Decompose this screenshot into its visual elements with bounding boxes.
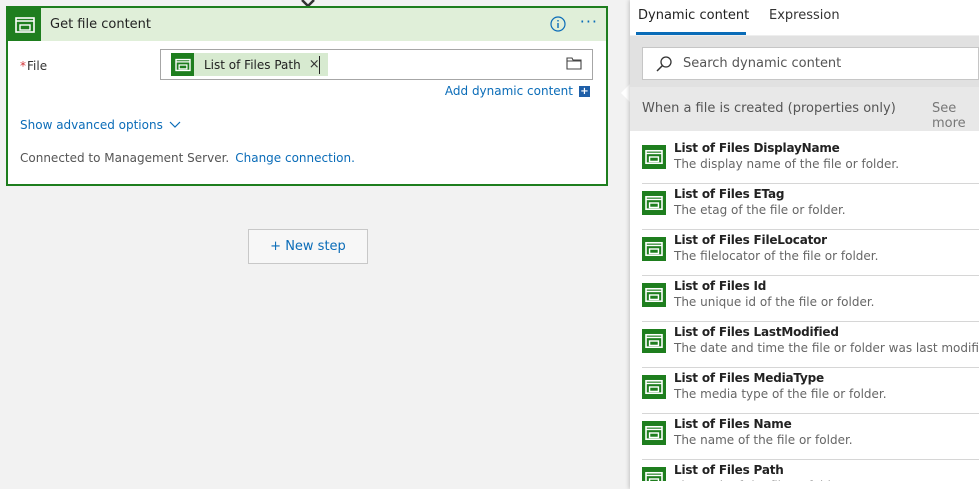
card-title: Get file content [50, 17, 152, 32]
more-options-icon[interactable]: ··· [580, 14, 598, 30]
item-description: The unique id of the file or folder. [674, 295, 875, 309]
file-system-icon [642, 283, 666, 307]
search-area: Search dynamic content [630, 36, 979, 87]
add-dynamic-label: Add dynamic content [444, 84, 573, 98]
section-title: When a file is created (properties only) [642, 101, 896, 116]
item-name: List of Files Path [674, 463, 784, 477]
panel-pointer [621, 84, 630, 102]
change-connection-link[interactable]: Change connection. [235, 151, 355, 165]
list-item[interactable]: List of Files Id The unique id of the fil… [642, 276, 979, 322]
item-name: List of Files LastModified [674, 325, 839, 339]
item-description: The etag of the file or folder. [674, 203, 846, 217]
file-field-label: *File [20, 59, 47, 73]
item-description: The filelocator of the file or folder. [674, 249, 879, 263]
info-icon[interactable] [550, 16, 566, 32]
file-input[interactable]: List of Files Path × [160, 49, 593, 80]
item-name: List of Files MediaType [674, 371, 824, 385]
file-system-icon [642, 421, 666, 445]
file-system-icon [8, 8, 41, 41]
text-cursor [319, 56, 320, 74]
token-label: List of Files Path [204, 57, 301, 72]
tab-dynamic-content[interactable]: Dynamic content [638, 8, 749, 23]
list-item[interactable]: List of Files FileLocator The filelocator… [642, 230, 979, 276]
file-system-icon [171, 53, 194, 76]
list-item[interactable]: List of Files Name The name of the file o… [642, 414, 979, 460]
item-description: The name of the file or folder. [674, 433, 853, 447]
new-step-button[interactable]: + New step [248, 229, 368, 264]
show-advanced-label: Show advanced options [20, 118, 163, 132]
list-item[interactable]: List of Files LastModified The date and t… [642, 322, 979, 368]
item-name: List of Files Name [674, 417, 792, 431]
file-system-icon [642, 467, 666, 481]
list-item[interactable]: List of Files DisplayName The display nam… [642, 138, 979, 184]
file-system-icon [642, 145, 666, 169]
show-advanced-options-link[interactable]: Show advanced options [20, 118, 181, 132]
file-system-icon [642, 237, 666, 261]
folder-picker-icon[interactable] [566, 56, 582, 70]
item-name: List of Files Id [674, 279, 767, 293]
required-marker: * [20, 59, 26, 73]
active-tab-indicator [636, 32, 746, 35]
search-placeholder: Search dynamic content [683, 56, 842, 71]
file-system-icon [642, 191, 666, 215]
card-header[interactable]: Get file content ··· [8, 8, 606, 41]
connection-info: Connected to Management Server. Change co… [20, 151, 355, 165]
action-card-get-file-content: Get file content ··· *File List of Files… [6, 6, 608, 186]
connected-text: Connected to Management Server. [20, 151, 230, 165]
item-description: The media type of the file or folder. [674, 387, 887, 401]
list-item[interactable]: List of Files ETag The etag of the file o… [642, 184, 979, 230]
item-description: The path of the file or folder. [674, 479, 846, 481]
item-description: The date and time the file or folder was… [674, 341, 979, 355]
file-label-text: File [27, 59, 48, 73]
tab-expression[interactable]: Expression [769, 8, 840, 23]
search-input[interactable]: Search dynamic content [642, 47, 979, 80]
chevron-down-icon [169, 121, 181, 128]
search-icon [656, 56, 672, 72]
item-description: The display name of the file or folder. [674, 157, 900, 171]
dynamic-token[interactable]: List of Files Path × [171, 53, 328, 76]
dynamic-content-panel: Dynamic content Expression Search dynami… [630, 0, 979, 489]
list-item[interactable]: List of Files MediaType The media type of… [642, 368, 979, 414]
list-item[interactable]: List of Files Path The path of the file o… [642, 460, 979, 481]
dynamic-content-list: List of Files DisplayName The display nam… [630, 138, 979, 481]
panel-tabs: Dynamic content Expression [630, 0, 979, 36]
item-name: List of Files DisplayName [674, 141, 840, 155]
item-name: List of Files FileLocator [674, 233, 827, 247]
file-system-icon [642, 375, 666, 399]
see-more-link[interactable]: See more [932, 101, 979, 131]
plus-icon: + [579, 85, 590, 97]
file-system-icon [642, 329, 666, 353]
add-dynamic-content-link[interactable]: Add dynamic content + [445, 84, 590, 98]
section-header: When a file is created (properties only)… [630, 87, 979, 131]
item-name: List of Files ETag [674, 187, 785, 201]
